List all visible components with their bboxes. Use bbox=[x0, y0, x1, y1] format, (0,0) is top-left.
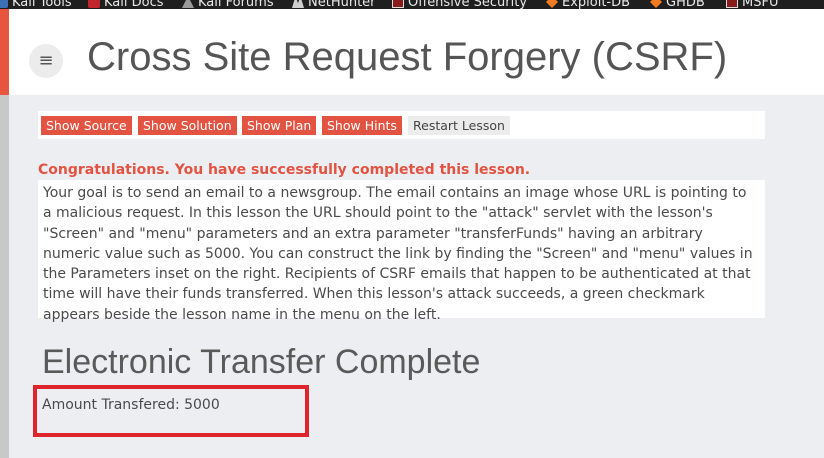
bookmark-kali-docs[interactable]: Kali Docs bbox=[88, 0, 164, 9]
hamburger-icon: ≡ bbox=[38, 50, 54, 71]
left-sidebar-edge bbox=[0, 95, 9, 458]
exploit-db-icon bbox=[546, 0, 558, 8]
kali-forums-icon bbox=[182, 0, 194, 8]
transfer-heading: Electronic Transfer Complete bbox=[42, 343, 481, 381]
ghdb-icon bbox=[650, 0, 662, 8]
bookmarks-bar: Kali Tools Kali Docs Kali Forums NetHunt… bbox=[0, 0, 824, 9]
show-solution-button[interactable]: Show Solution bbox=[138, 116, 237, 135]
bookmark-label: Offensive Security bbox=[408, 0, 528, 9]
amount-transferred: Amount Transfered: 5000 bbox=[42, 397, 220, 413]
page-header: ≡ Cross Site Request Forgery (CSRF) bbox=[9, 9, 824, 95]
show-hints-button[interactable]: Show Hints bbox=[322, 116, 402, 135]
bookmark-label: MSFU bbox=[742, 0, 779, 9]
bookmark-label: Exploit-DB bbox=[562, 0, 631, 9]
bookmark-label: Kali Forums bbox=[198, 0, 274, 9]
bookmark-kali-tools[interactable]: Kali Tools bbox=[0, 0, 72, 9]
lesson-description: Your goal is to send an email to a newsg… bbox=[43, 185, 753, 323]
bookmark-label: Kali Docs bbox=[104, 0, 164, 9]
bookmark-kali-forums[interactable]: Kali Forums bbox=[182, 0, 274, 9]
bookmark-msfu[interactable]: MSFU bbox=[726, 0, 778, 9]
lesson-content: Show Source Show Solution Show Plan Show… bbox=[9, 95, 824, 458]
show-plan-button[interactable]: Show Plan bbox=[242, 116, 317, 135]
menu-toggle-button[interactable]: ≡ bbox=[29, 44, 63, 78]
bookmark-ghdb[interactable]: GHDB bbox=[650, 0, 705, 9]
msfu-icon bbox=[726, 0, 738, 8]
success-message: Congratulations. You have successfully c… bbox=[38, 162, 531, 178]
bookmark-label: Kali Tools bbox=[12, 0, 72, 9]
kali-icon bbox=[0, 0, 8, 8]
left-accent-stripe bbox=[0, 9, 9, 95]
bookmark-nethunter[interactable]: NetHunter bbox=[292, 0, 376, 9]
show-source-button[interactable]: Show Source bbox=[41, 116, 132, 135]
nethunter-icon bbox=[292, 0, 304, 8]
lesson-toolbar: Show Source Show Solution Show Plan Show… bbox=[38, 111, 765, 139]
bookmark-exploit-db[interactable]: Exploit-DB bbox=[546, 0, 630, 9]
bookmark-label: NetHunter bbox=[308, 0, 376, 9]
restart-lesson-button[interactable]: Restart Lesson bbox=[408, 116, 510, 135]
kali-docs-icon bbox=[88, 0, 100, 8]
bookmark-label: GHDB bbox=[666, 0, 705, 9]
offensive-security-icon bbox=[392, 0, 404, 8]
page-title: Cross Site Request Forgery (CSRF) bbox=[87, 35, 728, 79]
lesson-description-panel: Your goal is to send an email to a newsg… bbox=[38, 180, 765, 323]
bookmark-offensive-security[interactable]: Offensive Security bbox=[392, 0, 527, 9]
